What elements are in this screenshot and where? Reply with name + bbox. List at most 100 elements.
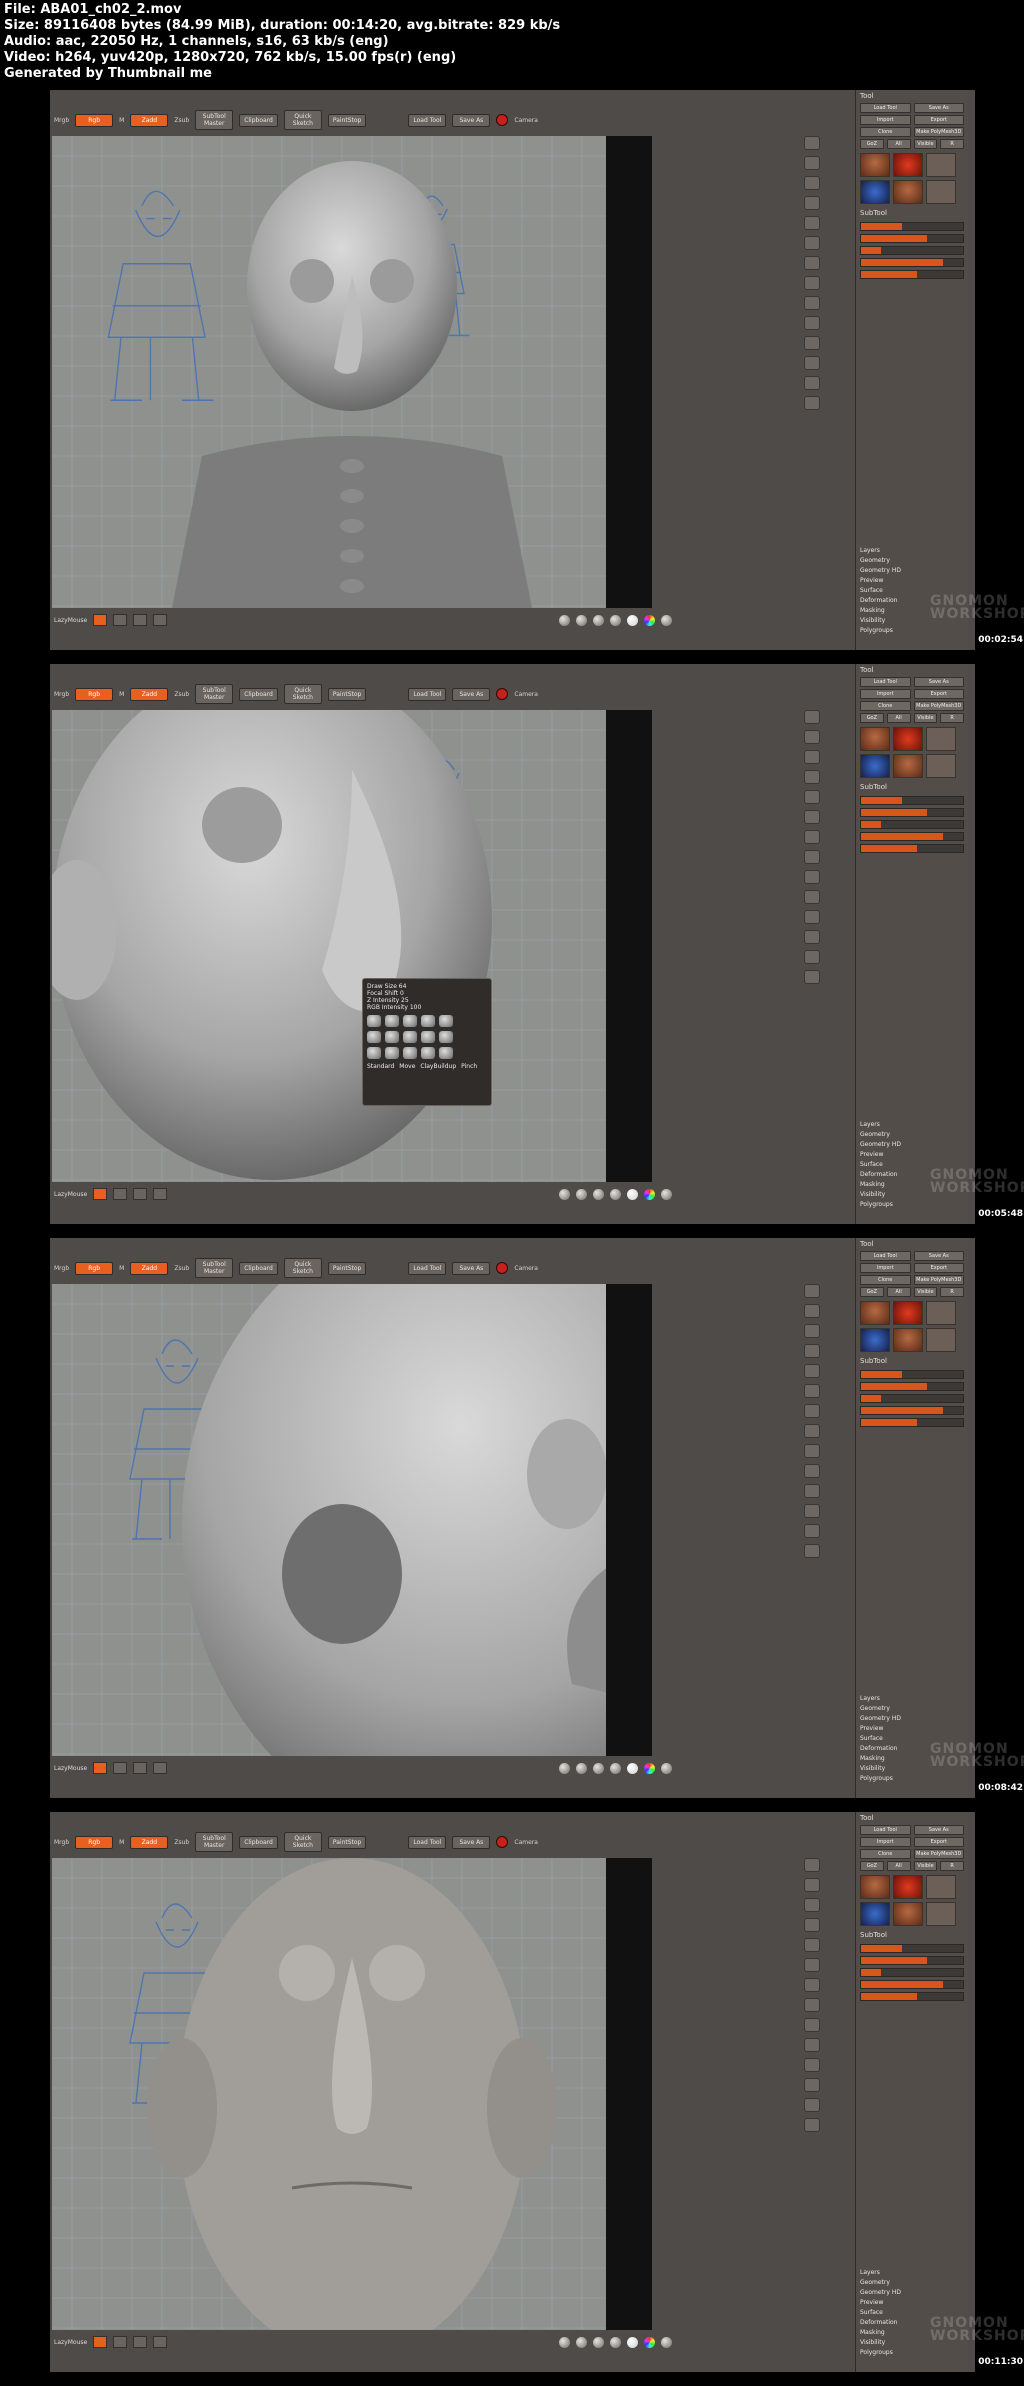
- material-swatch[interactable]: [559, 2336, 571, 2348]
- paintstop-button[interactable]: PaintStop: [327, 687, 367, 701]
- tool-submenu-item[interactable]: Geometry: [860, 1130, 901, 1140]
- clone-button[interactable]: Clone: [860, 127, 911, 137]
- import-button[interactable]: Import: [860, 115, 911, 125]
- brush-icon[interactable]: [385, 1047, 399, 1059]
- stroke-button[interactable]: [93, 1188, 108, 1200]
- tool-submenu-item[interactable]: Surface: [860, 586, 901, 596]
- subtool-slider[interactable]: [860, 1406, 964, 1415]
- subtool-master-button[interactable]: SubTool Master: [195, 110, 234, 130]
- tool-submenu-item[interactable]: Layers: [860, 546, 901, 556]
- shelf-button[interactable]: [804, 970, 820, 984]
- shelf-button[interactable]: [804, 1304, 820, 1318]
- shelf-button[interactable]: [804, 356, 820, 370]
- shelf-button[interactable]: [804, 1284, 820, 1298]
- import-button[interactable]: Import: [860, 1837, 911, 1847]
- brush-icon[interactable]: [385, 1015, 399, 1027]
- tool-thumbnail[interactable]: [893, 1875, 923, 1899]
- goz-button[interactable]: GoZ: [860, 139, 884, 149]
- save-as-button[interactable]: Save As: [913, 677, 964, 687]
- tool-submenu-item[interactable]: Masking: [860, 1180, 901, 1190]
- mrgb-label[interactable]: Mrgb: [54, 1265, 69, 1272]
- clipboard-button[interactable]: Clipboard: [239, 1835, 278, 1849]
- shelf-button[interactable]: [804, 1858, 820, 1872]
- zadd-button[interactable]: Zadd: [130, 1261, 169, 1275]
- export-button[interactable]: Export: [913, 1263, 964, 1273]
- texture-button[interactable]: [133, 1188, 148, 1200]
- tool-thumbnail[interactable]: [926, 1902, 956, 1926]
- material-swatch[interactable]: [661, 2336, 673, 2348]
- shelf-button[interactable]: [804, 176, 820, 190]
- clone-button[interactable]: Clone: [860, 701, 911, 711]
- tool-submenu-item[interactable]: Preview: [860, 576, 901, 586]
- subtool-slider[interactable]: [860, 1956, 964, 1965]
- visible-button[interactable]: Visible: [913, 1861, 938, 1871]
- shelf-button[interactable]: [804, 136, 820, 150]
- tool-submenu-item[interactable]: Masking: [860, 1754, 901, 1764]
- subtool-slider[interactable]: [860, 1992, 964, 2001]
- tool-submenu-item[interactable]: Geometry HD: [860, 1140, 901, 1150]
- zsub-button[interactable]: Zsub: [174, 117, 189, 124]
- camera-icon[interactable]: [496, 114, 509, 126]
- shelf-button[interactable]: [804, 850, 820, 864]
- quick-sketch-button[interactable]: Quick Sketch: [283, 1832, 322, 1852]
- shelf-button[interactable]: [804, 830, 820, 844]
- mrgb-label[interactable]: Mrgb: [54, 691, 69, 698]
- material-button[interactable]: [153, 2336, 168, 2348]
- import-button[interactable]: Import: [860, 1263, 911, 1273]
- tool-submenu-item[interactable]: Deformation: [860, 596, 901, 606]
- subtool-slider[interactable]: [860, 258, 964, 267]
- tool-submenu-item[interactable]: Deformation: [860, 1744, 901, 1754]
- shelf-button[interactable]: [804, 236, 820, 250]
- subtool-slider[interactable]: [860, 1382, 964, 1391]
- z-intensity-label[interactable]: Z Intensity 25: [367, 997, 487, 1004]
- shelf-button[interactable]: [804, 1344, 820, 1358]
- shelf-button[interactable]: [804, 950, 820, 964]
- load-tool-button[interactable]: Load Tool: [860, 103, 911, 113]
- shelf-button[interactable]: [804, 336, 820, 350]
- load-tool-button[interactable]: Load Tool: [860, 1251, 911, 1261]
- tool-thumbnail[interactable]: [860, 727, 890, 751]
- m-button[interactable]: M: [119, 1265, 124, 1272]
- brush-icon[interactable]: [439, 1031, 453, 1043]
- load-tool-button[interactable]: Load Tool: [408, 113, 447, 127]
- subtool-slider[interactable]: [860, 222, 964, 231]
- tool-thumbnail[interactable]: [926, 727, 956, 751]
- brush-icon[interactable]: [421, 1047, 435, 1059]
- paintstop-button[interactable]: PaintStop: [327, 113, 367, 127]
- tool-submenu-item[interactable]: Polygroups: [860, 1200, 901, 1210]
- clone-button[interactable]: Clone: [860, 1275, 911, 1285]
- material-swatch[interactable]: [661, 1188, 673, 1200]
- lazymouse-label[interactable]: LazyMouse: [54, 1765, 87, 1772]
- subtool-master-button[interactable]: SubTool Master: [195, 1832, 234, 1852]
- brush-icon[interactable]: [367, 1015, 381, 1027]
- goz-button[interactable]: GoZ: [860, 1861, 884, 1871]
- stroke-button[interactable]: [93, 614, 108, 626]
- clone-button[interactable]: Clone: [860, 1849, 911, 1859]
- shelf-button[interactable]: [804, 2038, 820, 2052]
- camera-icon[interactable]: [496, 1262, 509, 1274]
- mrgb-label[interactable]: Mrgb: [54, 1839, 69, 1846]
- alpha-button[interactable]: [113, 1762, 128, 1774]
- brush-icon[interactable]: [403, 1031, 417, 1043]
- shelf-button[interactable]: [804, 890, 820, 904]
- shelf-button[interactable]: [804, 2118, 820, 2132]
- tool-thumbnail[interactable]: [893, 727, 923, 751]
- visible-button[interactable]: Visible: [913, 139, 938, 149]
- save-as-button[interactable]: Save As: [452, 113, 491, 127]
- save-as-button[interactable]: Save As: [913, 1251, 964, 1261]
- material-swatch[interactable]: [627, 1762, 639, 1774]
- stroke-button[interactable]: [93, 1762, 108, 1774]
- load-tool-button[interactable]: Load Tool: [408, 1835, 447, 1849]
- r-button[interactable]: R: [940, 1287, 964, 1297]
- material-swatch[interactable]: [610, 2336, 622, 2348]
- brush-icon[interactable]: [403, 1015, 417, 1027]
- tool-submenu-item[interactable]: Polygroups: [860, 1774, 901, 1784]
- clipboard-button[interactable]: Clipboard: [239, 1261, 278, 1275]
- tool-thumbnail[interactable]: [860, 1875, 890, 1899]
- tool-submenu-item[interactable]: Masking: [860, 606, 901, 616]
- shelf-button[interactable]: [804, 1384, 820, 1398]
- tool-thumbnail[interactable]: [926, 180, 956, 204]
- goz-button[interactable]: GoZ: [860, 1287, 884, 1297]
- shelf-button[interactable]: [804, 1918, 820, 1932]
- brush-icon[interactable]: [439, 1047, 453, 1059]
